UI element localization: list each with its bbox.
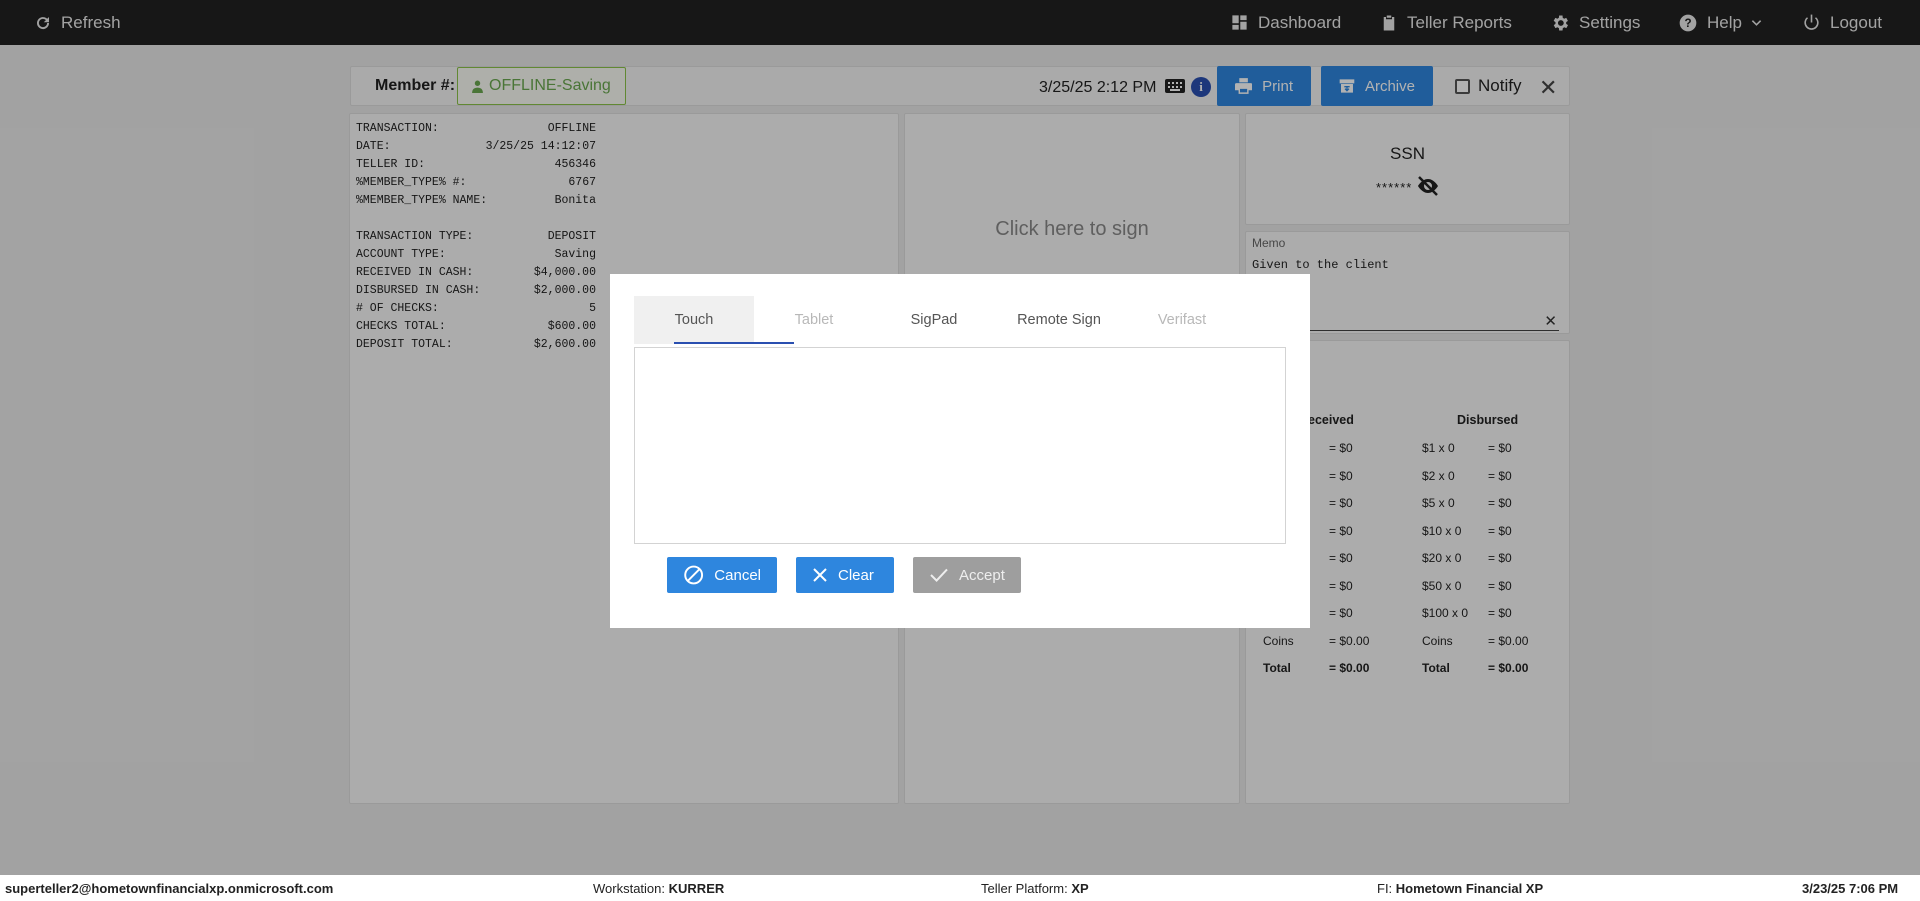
clear-label: Clear bbox=[838, 566, 874, 584]
tab-remote-sign[interactable]: Remote Sign bbox=[999, 296, 1119, 344]
tab-remote-sign-label: Remote Sign bbox=[1017, 312, 1101, 328]
footer-fi: FI: Hometown Financial XP bbox=[1377, 881, 1543, 896]
ban-icon bbox=[684, 565, 704, 585]
clear-button[interactable]: Clear bbox=[796, 557, 894, 593]
tab-touch[interactable]: Touch bbox=[634, 296, 754, 344]
accept-button[interactable]: Accept bbox=[913, 557, 1021, 593]
accept-label: Accept bbox=[959, 566, 1005, 584]
tab-verifast[interactable]: Verifast bbox=[1122, 296, 1242, 344]
tab-tablet[interactable]: Tablet bbox=[754, 296, 874, 344]
footer-platform: Teller Platform: XP bbox=[981, 881, 1089, 896]
tab-sigpad[interactable]: SigPad bbox=[874, 296, 994, 344]
tab-touch-label: Touch bbox=[674, 312, 714, 328]
footer-workstation: Workstation: KURRER bbox=[593, 881, 724, 896]
footer-user: superteller2@hometownfinancialxp.onmicro… bbox=[5, 881, 334, 896]
cancel-button[interactable]: Cancel bbox=[667, 557, 777, 593]
signature-dialog: Touch Tablet SigPad Remote Sign Verifast… bbox=[610, 274, 1310, 628]
platform-value: XP bbox=[1071, 881, 1089, 896]
workstation-label: Workstation: bbox=[593, 881, 666, 896]
platform-label: Teller Platform: bbox=[981, 881, 1068, 896]
active-tab-indicator bbox=[674, 342, 794, 344]
tab-tablet-label: Tablet bbox=[794, 312, 834, 328]
close-icon bbox=[813, 568, 827, 582]
status-footer: superteller2@hometownfinancialxp.onmicro… bbox=[0, 875, 1920, 901]
fi-value: Hometown Financial XP bbox=[1395, 881, 1544, 896]
cancel-label: Cancel bbox=[714, 566, 761, 584]
footer-datetime: 3/23/25 7:06 PM bbox=[1802, 881, 1899, 896]
check-icon bbox=[930, 568, 948, 583]
fi-label: FI: bbox=[1377, 881, 1393, 896]
signature-canvas[interactable] bbox=[634, 347, 1286, 544]
tab-sigpad-label: SigPad bbox=[910, 312, 958, 328]
workstation-value: KURRER bbox=[668, 881, 725, 896]
signature-tabs: Touch Tablet SigPad Remote Sign Verifast bbox=[634, 296, 1274, 344]
tab-verifast-label: Verifast bbox=[1157, 312, 1207, 328]
